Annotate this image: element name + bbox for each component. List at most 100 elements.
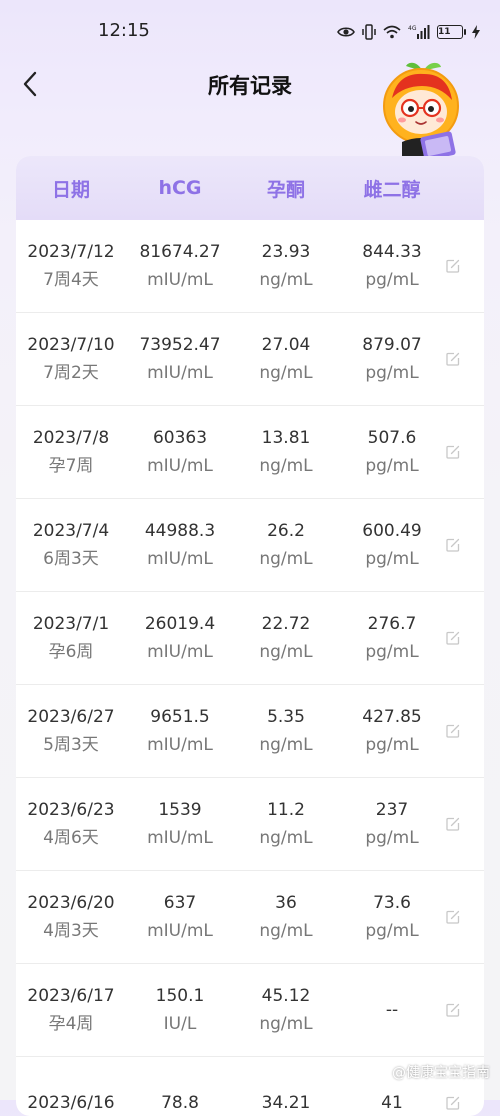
- estradiol-cell: 276.7 pg/mL: [338, 610, 446, 666]
- progesterone-unit: ng/mL: [259, 735, 313, 755]
- edit-button[interactable]: [446, 592, 484, 684]
- hcg-cell: 1539 mIU/mL: [126, 796, 234, 852]
- estradiol-unit: pg/mL: [365, 735, 419, 755]
- hcg-unit: IU/L: [163, 1014, 197, 1034]
- estradiol-unit: pg/mL: [365, 270, 419, 290]
- edit-icon: [446, 259, 460, 273]
- hcg-unit: mIU/mL: [147, 828, 213, 848]
- progesterone-value: 13.81: [261, 428, 311, 448]
- hcg-cell: 60363 mIU/mL: [126, 424, 234, 480]
- status-time: 12:15: [98, 20, 150, 41]
- progesterone-cell: 11.2 ng/mL: [234, 796, 338, 852]
- estradiol-unit: pg/mL: [365, 642, 419, 662]
- table-row: 2023/6/17 孕4周 150.1 IU/L 45.12 ng/mL --: [16, 964, 484, 1057]
- edit-icon: [446, 631, 460, 645]
- date-value: 2023/7/4: [32, 521, 110, 541]
- edit-button[interactable]: [446, 685, 484, 777]
- hcg-cell: 78.8: [126, 1089, 234, 1116]
- estradiol-value: --: [385, 1000, 399, 1020]
- hcg-value: 60363: [152, 428, 208, 448]
- date-cell: 2023/6/17 孕4周: [16, 982, 126, 1038]
- table-row: 2023/6/23 4周6天 1539 mIU/mL 11.2 ng/mL 237 pg/mL: [16, 778, 484, 871]
- table-row: 2023/7/10 7周2天 73952.47 mIU/mL 27.04 ng/mL 879…: [16, 313, 484, 406]
- estradiol-unit: pg/mL: [365, 456, 419, 476]
- progesterone-value: 45.12: [261, 986, 311, 1006]
- hcg-cell: 150.1 IU/L: [126, 982, 234, 1038]
- hcg-unit: mIU/mL: [147, 642, 213, 662]
- estradiol-value: 276.7: [367, 614, 417, 634]
- date-cell: 2023/6/16: [16, 1089, 126, 1116]
- hcg-value: 81674.27: [139, 242, 221, 262]
- edit-button[interactable]: [446, 313, 484, 405]
- date-cell: 2023/6/27 5周3天: [16, 703, 126, 759]
- estradiol-value: 879.07: [362, 335, 422, 355]
- edit-icon: [446, 910, 460, 924]
- mascot-illustration: [378, 56, 464, 161]
- date-cell: 2023/7/10 7周2天: [16, 331, 126, 387]
- date-cell: 2023/7/8 孕7周: [16, 424, 126, 480]
- date-cell: 2023/6/23 4周6天: [16, 796, 126, 852]
- date-value: 2023/7/1: [32, 614, 110, 634]
- estradiol-cell: 73.6 pg/mL: [338, 889, 446, 945]
- date-value: 2023/6/17: [27, 986, 115, 1006]
- estradiol-value: 507.6: [367, 428, 417, 448]
- progesterone-unit: ng/mL: [259, 642, 313, 662]
- estradiol-cell: 600.49 pg/mL: [338, 517, 446, 573]
- progesterone-unit: ng/mL: [259, 363, 313, 383]
- column-header-hcg: hCG: [158, 177, 202, 199]
- edit-icon: [446, 817, 460, 831]
- date-value: 2023/7/12: [27, 242, 115, 262]
- table-row: 2023/6/20 4周3天 637 mIU/mL 36 ng/mL 73.6 pg/mL: [16, 871, 484, 964]
- progesterone-cell: 23.93 ng/mL: [234, 238, 338, 294]
- progesterone-cell: 13.81 ng/mL: [234, 424, 338, 480]
- edit-button[interactable]: [446, 406, 484, 498]
- edit-icon: [446, 1096, 460, 1110]
- table-row: 2023/7/8 孕7周 60363 mIU/mL 13.81 ng/mL 507.6 pg/…: [16, 406, 484, 499]
- edit-button[interactable]: [446, 220, 484, 312]
- wifi-icon: [383, 25, 401, 39]
- progesterone-value: 26.2: [267, 521, 305, 541]
- hcg-cell: 44988.3 mIU/mL: [126, 517, 234, 573]
- date-value: 2023/7/10: [27, 335, 115, 355]
- edit-button[interactable]: [446, 871, 484, 963]
- column-header-estradiol: 雌二醇: [363, 178, 421, 201]
- date-cell: 2023/7/4 6周3天: [16, 517, 126, 573]
- estradiol-cell: 879.07 pg/mL: [338, 331, 446, 387]
- progesterone-value: 36: [275, 893, 297, 913]
- estradiol-value: 844.33: [362, 242, 422, 262]
- status-icons: 4G 11: [337, 20, 480, 44]
- estradiol-unit: pg/mL: [365, 921, 419, 941]
- column-header-date: 日期: [51, 178, 90, 201]
- progesterone-value: 23.93: [261, 242, 311, 262]
- hcg-unit: mIU/mL: [147, 549, 213, 569]
- date-value: 2023/6/23: [27, 800, 115, 820]
- vibrate-icon: [362, 24, 376, 40]
- edit-icon: [446, 724, 460, 738]
- hcg-cell: 73952.47 mIU/mL: [126, 331, 234, 387]
- estradiol-cell: --: [338, 996, 446, 1024]
- progesterone-value: 27.04: [261, 335, 311, 355]
- date-value: 2023/6/27: [27, 707, 115, 727]
- table-row: 2023/6/27 5周3天 9651.5 mIU/mL 5.35 ng/mL 427.85…: [16, 685, 484, 778]
- edit-icon: [446, 538, 460, 552]
- hcg-value: 73952.47: [139, 335, 221, 355]
- progesterone-cell: 36 ng/mL: [234, 889, 338, 945]
- status-bar: 12:15 4G 11: [0, 0, 500, 64]
- watermark: @健康宝宝指南: [392, 1065, 490, 1081]
- date-value: 2023/6/20: [27, 893, 115, 913]
- edit-button[interactable]: [446, 499, 484, 591]
- edit-icon: [446, 445, 460, 459]
- edit-icon: [446, 1003, 460, 1017]
- estradiol-value: 73.6: [373, 893, 411, 913]
- gestational-age: 孕6周: [48, 642, 94, 662]
- estradiol-unit: pg/mL: [365, 549, 419, 569]
- progesterone-cell: 26.2 ng/mL: [234, 517, 338, 573]
- edit-button[interactable]: [446, 964, 484, 1056]
- progesterone-unit: ng/mL: [259, 549, 313, 569]
- date-value: 2023/6/16: [27, 1093, 115, 1113]
- date-value: 2023/7/8: [32, 428, 110, 448]
- hcg-value: 150.1: [155, 986, 205, 1006]
- estradiol-value: 600.49: [362, 521, 422, 541]
- edit-button[interactable]: [446, 778, 484, 870]
- date-cell: 2023/7/12 7周4天: [16, 238, 126, 294]
